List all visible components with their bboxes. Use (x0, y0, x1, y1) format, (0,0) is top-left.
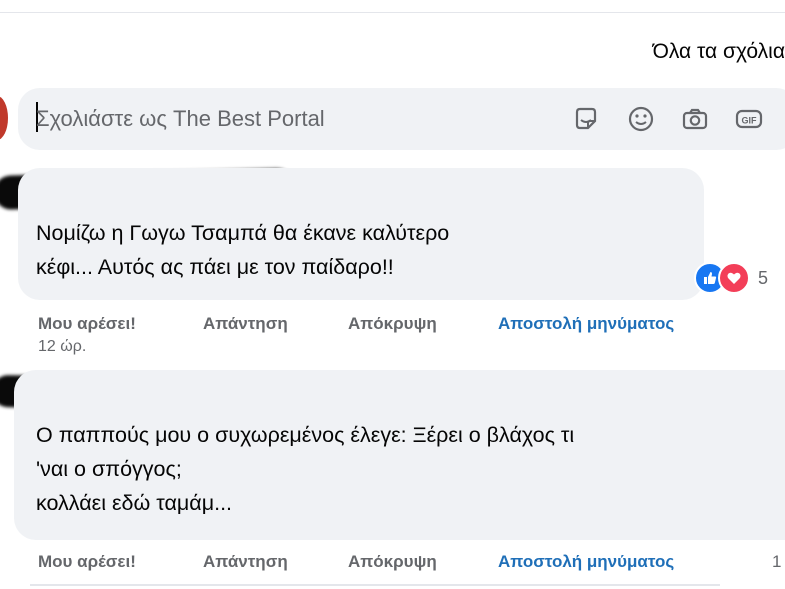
emoji-icon[interactable] (625, 103, 657, 135)
comment-text: Νομίζω η Γωγω Τσαμπά θα έκανε καλύτερο κ… (36, 221, 450, 279)
user-avatar[interactable] (0, 96, 8, 140)
reply-button[interactable]: Απάντηση (203, 552, 288, 572)
send-message-link[interactable]: Αποστολή μηνύματος (498, 314, 674, 334)
reaction-count: 5 (758, 267, 769, 288)
hide-button[interactable]: Απόκρυψη (348, 552, 437, 572)
sticker-icon[interactable] (570, 103, 602, 135)
comment-input-placeholder[interactable]: Σχολιάστε ως The Best Portal (36, 106, 325, 132)
comment-bubble: Νομίζω η Γωγω Τσαμπά θα έκανε καλύτερο κ… (18, 168, 704, 300)
camera-icon[interactable] (679, 103, 711, 135)
comment-bubble: Ο παππούς μου ο συχωρεμένος έλεγε: Ξέρει… (14, 370, 785, 540)
top-divider (0, 12, 785, 13)
comment-composer[interactable]: Σχολιάστε ως The Best Portal GIF (18, 88, 785, 150)
comment-text: Ο παππούς μου ο συχωρεμένος έλεγε: Ξέρει… (36, 423, 575, 515)
send-message-link[interactable]: Αποστολή μηνύματος (498, 552, 674, 572)
reaction-summary[interactable]: 5 (694, 262, 768, 294)
gif-icon[interactable]: GIF (733, 103, 765, 135)
bottom-divider (30, 584, 720, 586)
comment-sort-dropdown[interactable]: Όλα τα σχόλια (653, 40, 785, 64)
reaction-count[interactable]: 1 (772, 552, 781, 572)
love-reaction-icon (718, 262, 750, 294)
comment-timestamp[interactable]: 12 ώρ. (38, 338, 86, 356)
like-button[interactable]: Μου αρέσει! (38, 552, 136, 572)
like-button[interactable]: Μου αρέσει! (38, 314, 136, 334)
reply-button[interactable]: Απάντηση (203, 314, 288, 334)
gif-label: GIF (742, 116, 758, 126)
hide-button[interactable]: Απόκρυψη (348, 314, 437, 334)
